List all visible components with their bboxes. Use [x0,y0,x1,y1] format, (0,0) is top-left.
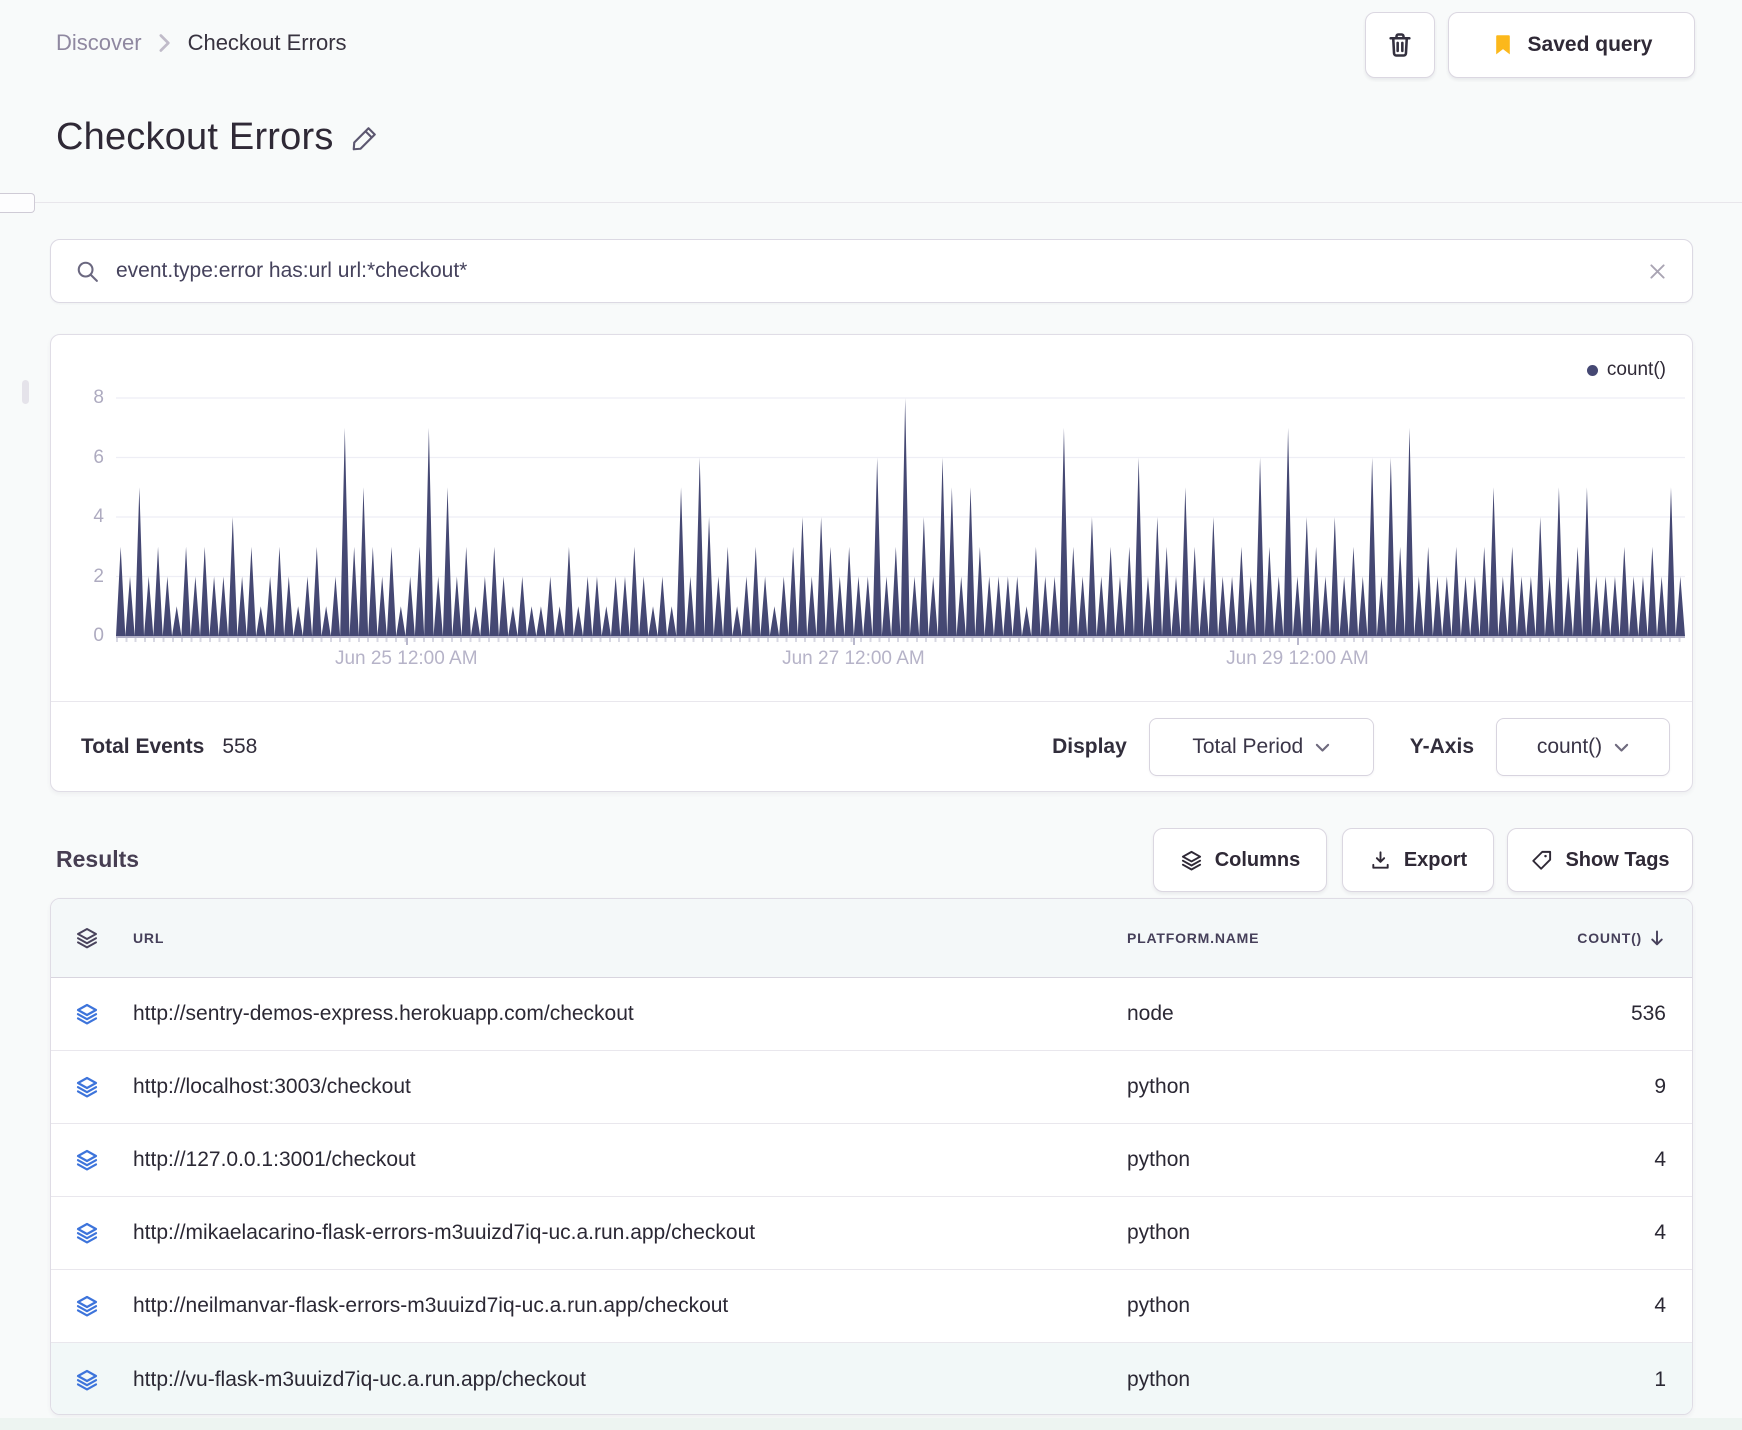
table-row[interactable]: http://vu-flask-m3uuizd7iq-uc.a.run.app/… [51,1343,1692,1414]
platform-cell: node [1127,1002,1174,1025]
search-input[interactable]: event.type:error has:url url:*checkout* [116,259,1631,283]
close-icon[interactable] [1647,261,1668,282]
page-bottom-strip [0,1418,1742,1430]
yaxis-value: count() [1536,734,1603,758]
table-row[interactable]: http://127.0.0.1:3001/checkout python 4 [51,1124,1692,1197]
display-select[interactable]: Total Period [1148,717,1374,776]
count-cell: 4 [1654,1294,1666,1317]
trash-icon [1386,31,1414,59]
table-header-row: URL PLATFORM.NAME COUNT() [51,899,1692,978]
x-tick-mark [853,638,856,645]
x-tick-label: Jun 27 12:00 AM [782,648,925,669]
chart-controls: Display Total Period Y-Axis count() [1052,717,1670,776]
columns-button[interactable]: Columns [1153,828,1327,892]
breadcrumb: Discover Checkout Errors [56,30,347,56]
chart-footer: Total Events 558 Display Total Period Y-… [51,701,1692,791]
table-row[interactable]: http://mikaelacarino-flask-errors-m3uuiz… [51,1197,1692,1270]
bookmark-icon [1491,32,1515,58]
platform-cell: python [1127,1221,1191,1244]
header-divider [0,202,1742,203]
y-tick-label: 4 [93,506,104,527]
layers-icon[interactable] [75,1221,133,1245]
layers-icon[interactable] [75,1368,133,1392]
x-tick-label: Jun 25 12:00 AM [334,648,478,669]
page-title-text: Checkout Errors [56,116,334,158]
layers-icon[interactable] [75,1002,133,1026]
search-icon [75,259,100,284]
count-cell: 4 [1654,1148,1666,1171]
download-icon [1369,849,1392,872]
platform-cell: python [1127,1148,1191,1171]
yaxis-label: Y-Axis [1409,734,1474,758]
count-cell: 9 [1654,1075,1666,1098]
columns-label: Columns [1214,848,1301,871]
platform-cell: python [1127,1294,1191,1317]
total-events-label: Total Events [81,734,205,758]
results-table: URL PLATFORM.NAME COUNT() http://sentry-… [50,898,1693,1415]
export-button[interactable]: Export [1342,828,1494,892]
column-header-url[interactable]: URL [133,930,1127,946]
search-bar[interactable]: event.type:error has:url url:*checkout* [50,239,1693,303]
layers-icon[interactable] [75,1294,133,1318]
count-cell: 536 [1630,1002,1666,1025]
platform-cell: python [1127,1075,1191,1098]
delete-query-button[interactable] [1365,12,1435,78]
column-header-count[interactable]: COUNT() [1487,929,1666,947]
table-row[interactable]: http://sentry-demos-express.herokuapp.co… [51,978,1692,1051]
url-cell: http://neilmanvar-flask-errors-m3uuizd7i… [133,1294,729,1317]
layers-icon[interactable] [75,1075,133,1099]
total-events-value: 558 [222,734,258,758]
y-tick-label: 6 [93,446,104,468]
total-events: Total Events 558 [81,735,257,759]
y-tick-label: 0 [93,625,104,646]
display-label: Display [1052,734,1127,758]
chevron-down-icon [1315,743,1330,753]
sidebar-drag-pill [22,380,29,404]
area-chart [116,397,1685,636]
tag-icon [1530,849,1553,872]
url-cell: http://sentry-demos-express.herokuapp.co… [133,1002,634,1025]
url-cell: http://vu-flask-m3uuizd7iq-uc.a.run.app/… [133,1367,586,1391]
chevron-down-icon [1614,743,1629,753]
table-row[interactable]: http://localhost:3003/checkout python 9 [51,1051,1692,1124]
x-axis-minor-ticks [116,638,1685,642]
export-label: Export [1403,848,1468,871]
show-tags-label: Show Tags [1565,848,1670,871]
events-chart-panel: count() 8 6 4 2 0 Jun 25 12:00 AM Jun 27… [50,334,1693,792]
x-tick-label: Jun 29 12:00 AM [1226,648,1369,669]
results-heading: Results [56,846,140,872]
url-cell: http://localhost:3003/checkout [133,1075,411,1098]
saved-query-label: Saved query [1527,33,1653,56]
yaxis-select[interactable]: count() [1496,717,1670,776]
chart-plot-area[interactable]: 8 6 4 2 0 Jun 25 12:00 AM Jun 27 12:00 A… [93,364,1685,669]
table-row[interactable]: http://neilmanvar-flask-errors-m3uuizd7i… [51,1270,1692,1343]
platform-cell: python [1127,1367,1191,1391]
layers-icon[interactable] [75,1148,133,1172]
saved-query-button[interactable]: Saved query [1448,12,1695,78]
url-cell: http://127.0.0.1:3001/checkout [133,1148,416,1171]
show-tags-button[interactable]: Show Tags [1507,828,1693,892]
y-tick-label: 8 [93,387,104,408]
layers-icon[interactable] [75,926,133,950]
table-body: http://sentry-demos-express.herokuapp.co… [51,978,1692,1414]
page-title: Checkout Errors [56,116,380,159]
url-cell: http://mikaelacarino-flask-errors-m3uuiz… [133,1221,756,1244]
edit-pencil-icon[interactable] [350,123,380,153]
breadcrumb-current: Checkout Errors [187,30,347,55]
panel-collapse-handle[interactable] [0,193,35,213]
discover-page: Discover Checkout Errors Saved query Che… [0,0,1742,1430]
x-tick-mark [406,638,409,645]
y-tick-label: 2 [93,565,104,587]
count-cell: 4 [1654,1221,1666,1244]
chevron-right-icon [158,33,172,53]
column-header-platform[interactable]: PLATFORM.NAME [1127,930,1487,946]
count-cell: 1 [1654,1367,1666,1391]
breadcrumb-discover-link[interactable]: Discover [56,30,142,56]
layers-icon [1180,849,1203,872]
x-tick-mark [1297,638,1300,645]
display-value: Total Period [1192,734,1304,758]
sort-descending-icon [1648,929,1666,947]
